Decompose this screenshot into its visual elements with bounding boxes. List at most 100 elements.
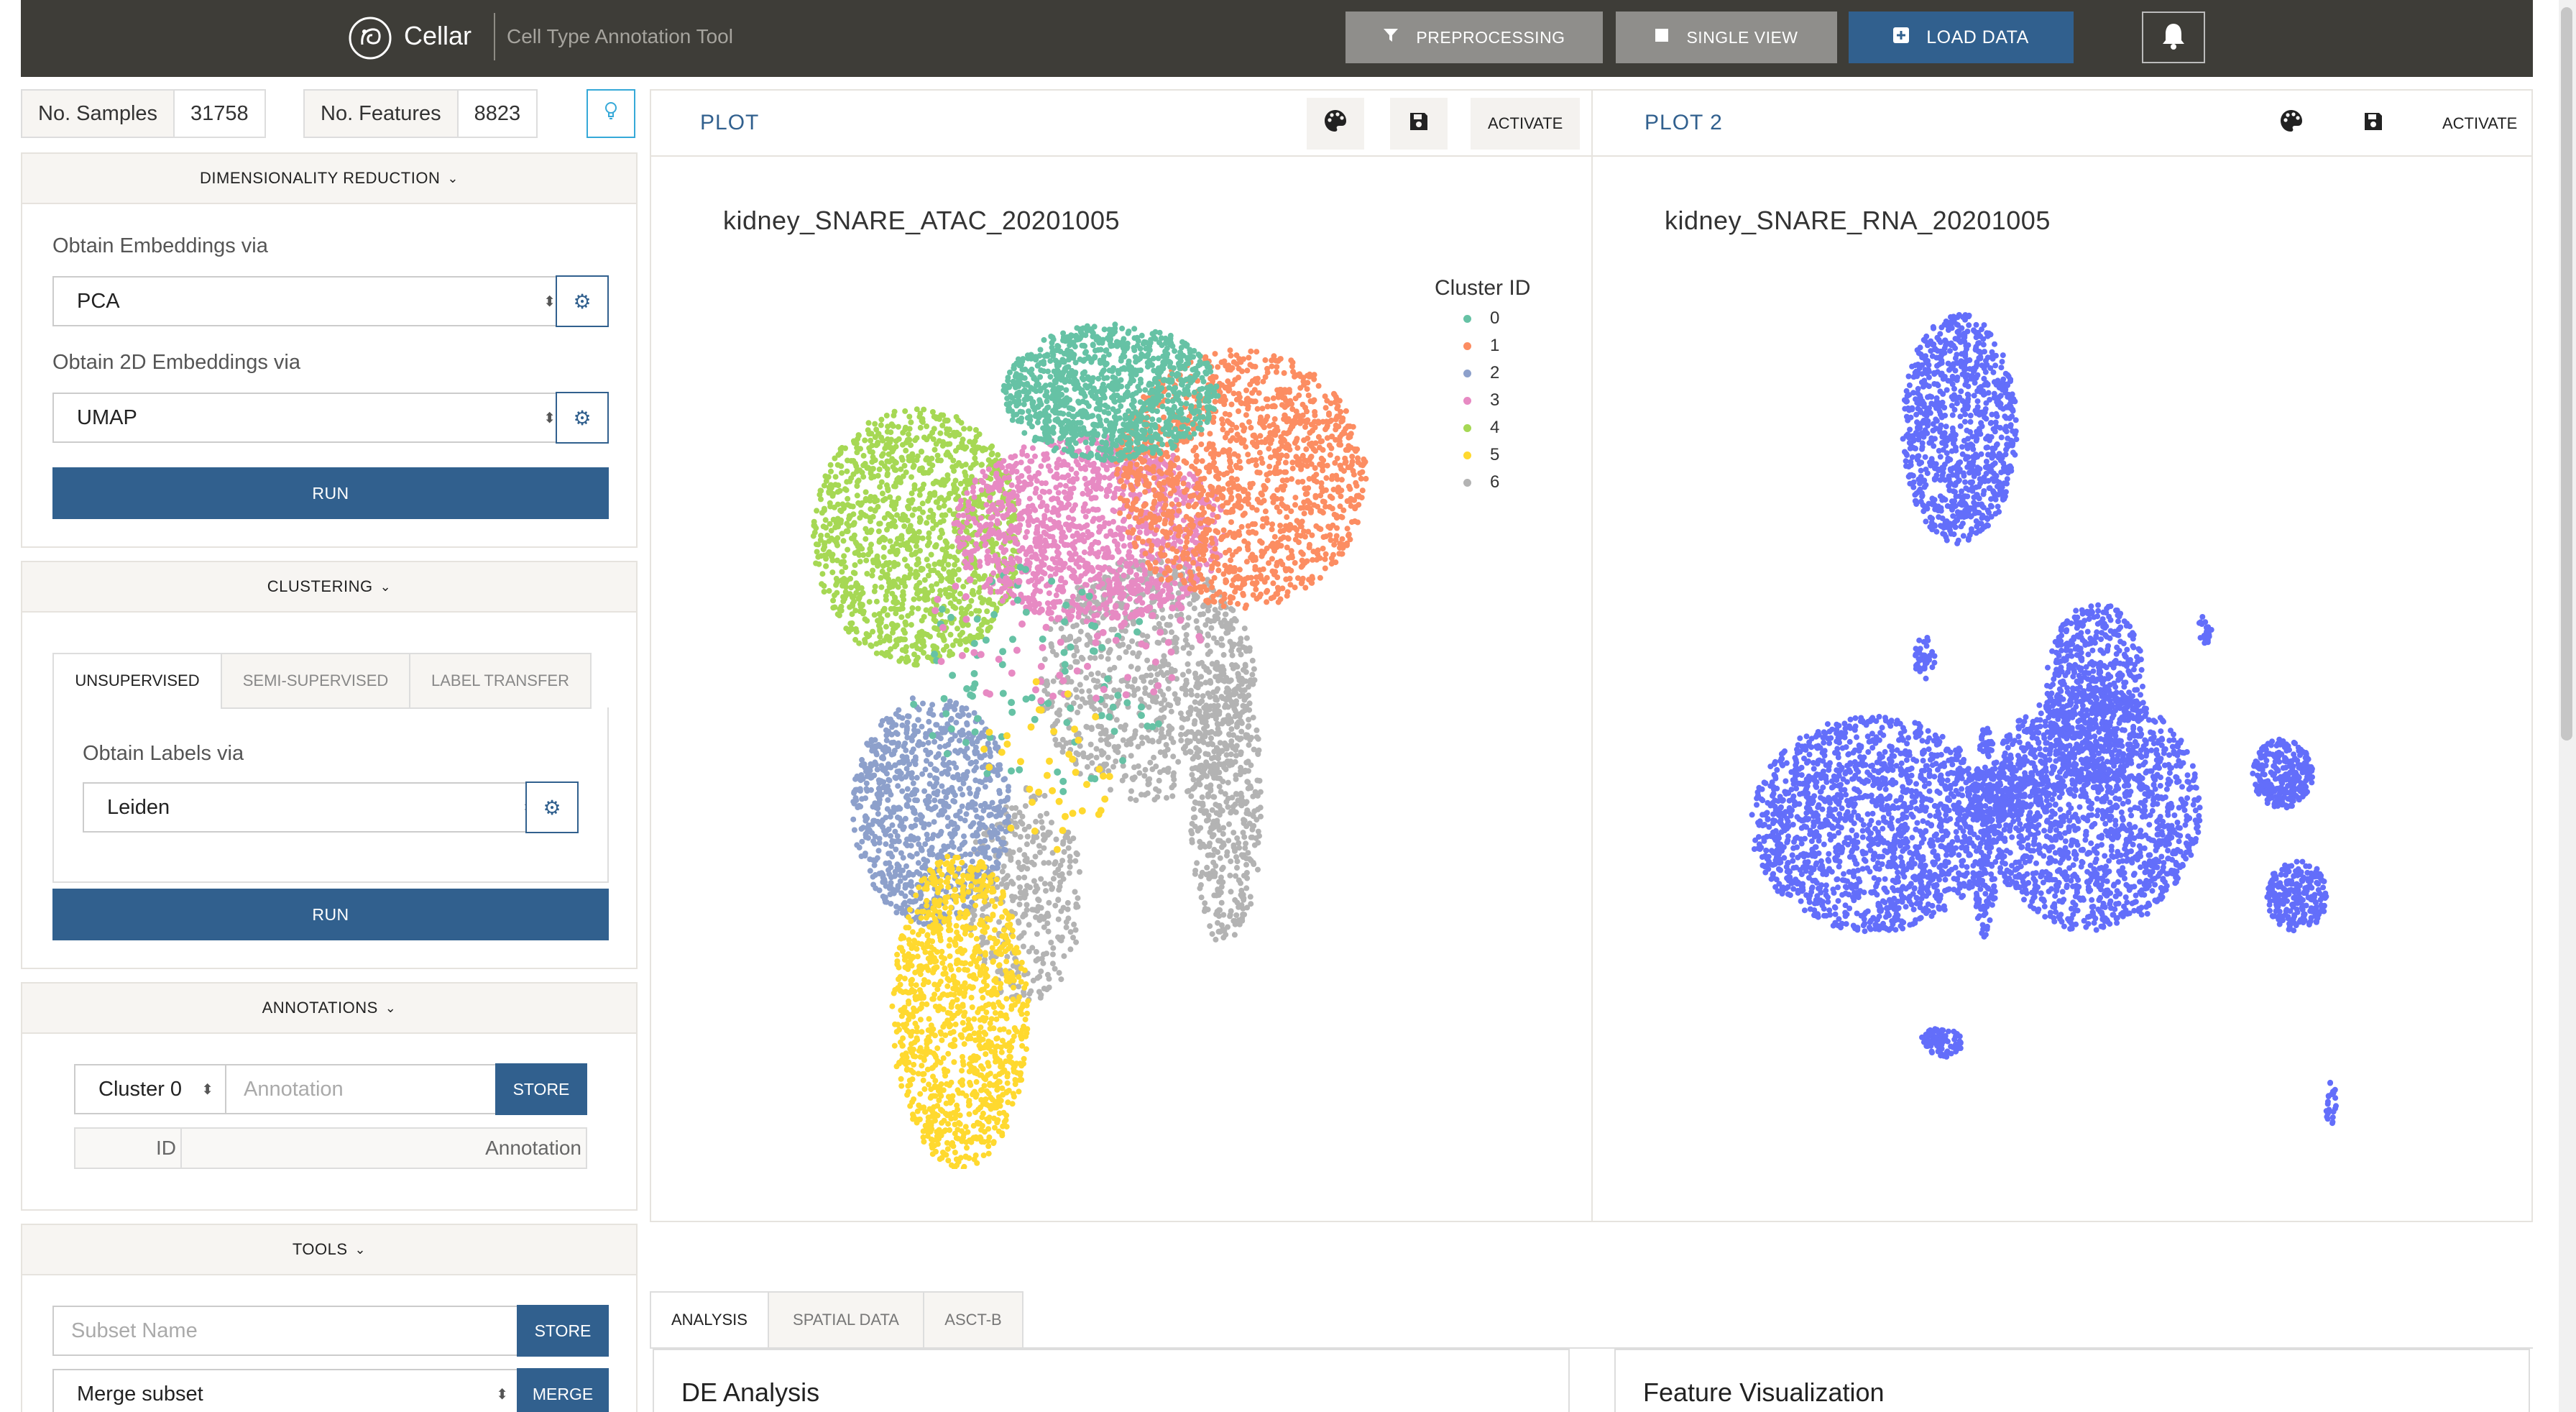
tab-semi-supervised[interactable]: SEMI-SUPERVISED bbox=[221, 653, 410, 709]
save-icon bbox=[2363, 111, 2383, 137]
app-name: Cellar bbox=[404, 21, 472, 50]
merge-button[interactable]: MERGE bbox=[517, 1368, 609, 1412]
labels-method-label: Obtain Labels via bbox=[83, 742, 244, 765]
embeddings-2d-select[interactable]: UMAP ⬍ bbox=[52, 393, 569, 443]
legend-label: 6 bbox=[1490, 472, 1500, 492]
plus-square-icon bbox=[1893, 27, 1910, 48]
tools-title: TOOLS bbox=[292, 1240, 348, 1258]
tab-label-transfer[interactable]: LABEL TRANSFER bbox=[409, 653, 592, 709]
annotations-title: ANNOTATIONS bbox=[262, 999, 378, 1017]
tips-button[interactable] bbox=[586, 89, 635, 138]
plot-1-activate-button[interactable]: ACTIVATE bbox=[1471, 98, 1581, 150]
cellar-logo-icon bbox=[348, 16, 392, 60]
legend-item[interactable]: 0 bbox=[1435, 305, 1557, 332]
de-analysis-title: DE Analysis bbox=[681, 1377, 820, 1407]
rna-points bbox=[1749, 713, 1997, 935]
preprocessing-button[interactable]: PREPROCESSING bbox=[1346, 12, 1603, 63]
embeddings-2d-settings-button[interactable]: ⚙ bbox=[556, 392, 609, 444]
plot-1-header: PLOT ACTIVATE bbox=[651, 91, 1591, 157]
app-tagline: Cell Type Annotation Tool bbox=[507, 25, 733, 47]
plot-panel-2: PLOT 2 ACTIVATE kidney_SNARE_RNA_2020100… bbox=[1591, 89, 2533, 1222]
plot-1-scatter[interactable] bbox=[809, 306, 1370, 1169]
embeddings-2d-label: Obtain 2D Embeddings via bbox=[52, 351, 300, 374]
gear-icon: ⚙ bbox=[573, 290, 592, 313]
legend-marker bbox=[1463, 423, 1471, 432]
dimensionality-reduction-header[interactable]: DIMENSIONALITY REDUCTION ⌄ bbox=[22, 154, 636, 204]
annotation-store-button[interactable]: STORE bbox=[495, 1063, 587, 1115]
plot-1-dataset-name: kidney_SNARE_ATAC_20201005 bbox=[723, 206, 1120, 235]
plot-2-tab[interactable]: PLOT 2 bbox=[1644, 111, 1723, 135]
plot-2-scatter[interactable] bbox=[1736, 306, 2383, 1169]
filter-icon bbox=[1383, 27, 1399, 48]
annotations-header[interactable]: ANNOTATIONS ⌄ bbox=[22, 984, 636, 1034]
dimensionality-reduction-title: DIMENSIONALITY REDUCTION bbox=[200, 169, 441, 187]
plot-1-save-button[interactable] bbox=[1390, 98, 1448, 150]
tab-spatial-data[interactable]: SPATIAL DATA bbox=[768, 1291, 924, 1349]
legend-item[interactable]: 4 bbox=[1435, 414, 1557, 441]
select-arrows-icon: ⬍ bbox=[496, 1386, 508, 1403]
legend-marker bbox=[1463, 341, 1471, 350]
chevron-down-icon: ⌄ bbox=[354, 1242, 367, 1257]
bell-icon bbox=[2160, 22, 2187, 54]
dim-reduction-run-button[interactable]: RUN bbox=[52, 467, 609, 519]
embeddings-settings-button[interactable]: ⚙ bbox=[556, 275, 609, 327]
embeddings-select[interactable]: PCA ⬍ bbox=[52, 276, 569, 326]
feature-visualization-title: Feature Visualization bbox=[1643, 1377, 1885, 1407]
tab-asct-b[interactable]: ASCT-B bbox=[923, 1291, 1024, 1349]
samples-value: 31758 bbox=[175, 91, 264, 137]
embeddings-label: Obtain Embeddings via bbox=[52, 234, 268, 257]
cluster-select[interactable]: Cluster 0 ⬍ bbox=[74, 1064, 226, 1114]
table-header-annotation: Annotation bbox=[485, 1137, 581, 1159]
plot-2-activate-button[interactable]: ACTIVATE bbox=[2425, 98, 2534, 150]
plot-2-save-button[interactable] bbox=[2345, 98, 2402, 150]
plot-panel-1: PLOT ACTIVATE kidney_SNARE_ATAC_20201005… bbox=[650, 89, 1593, 1222]
clustering-run-button[interactable]: RUN bbox=[52, 889, 609, 940]
features-count: No. Features 8823 bbox=[303, 89, 538, 138]
rna-points bbox=[1913, 635, 1938, 682]
clustering-header[interactable]: CLUSTERING ⌄ bbox=[22, 562, 636, 613]
tab-analysis[interactable]: ANALYSIS bbox=[650, 1291, 769, 1349]
plot-2-palette-button[interactable] bbox=[2263, 98, 2320, 150]
legend-item[interactable]: 2 bbox=[1435, 359, 1557, 387]
legend-label: 0 bbox=[1490, 308, 1500, 328]
embeddings-2d-select-value: UMAP bbox=[77, 405, 137, 429]
tab-unsupervised[interactable]: UNSUPERVISED bbox=[52, 653, 222, 709]
legend-marker bbox=[1463, 451, 1471, 459]
annotation-input[interactable]: Annotation bbox=[225, 1064, 497, 1114]
subset-store-button[interactable]: STORE bbox=[517, 1305, 609, 1357]
tools-panel: TOOLS ⌄ Subset Name STORE Merge subset ⬍… bbox=[21, 1224, 638, 1412]
lightbulb-icon bbox=[604, 101, 618, 127]
subset-name-input[interactable]: Subset Name bbox=[52, 1306, 521, 1356]
merge-subset-select[interactable]: Merge subset ⬍ bbox=[52, 1369, 521, 1412]
load-data-button[interactable]: LOAD DATA bbox=[1849, 12, 2074, 63]
embeddings-select-value: PCA bbox=[77, 289, 120, 313]
samples-count: No. Samples 31758 bbox=[21, 89, 266, 138]
rna-points bbox=[1977, 725, 1996, 760]
legend-item[interactable]: 6 bbox=[1435, 469, 1557, 496]
notifications-button[interactable] bbox=[2142, 12, 2205, 63]
clustering-title: CLUSTERING bbox=[267, 577, 373, 595]
plot-1-tab[interactable]: PLOT bbox=[700, 111, 759, 135]
rna-points bbox=[2196, 614, 2214, 646]
legend-item[interactable]: 3 bbox=[1435, 387, 1557, 414]
cluster-select-value: Cluster 0 bbox=[98, 1077, 183, 1101]
legend-label: 3 bbox=[1490, 390, 1500, 410]
rna-points bbox=[2323, 1079, 2339, 1127]
rna-points bbox=[2250, 736, 2315, 811]
legend-title: Cluster ID bbox=[1435, 276, 1531, 300]
single-view-button[interactable]: SINGLE VIEW bbox=[1616, 12, 1837, 63]
palette-icon bbox=[2279, 109, 2304, 139]
select-arrows-icon: ⬍ bbox=[543, 293, 556, 310]
labels-method-value: Leiden bbox=[107, 795, 170, 819]
labels-method-select[interactable]: Leiden ⬍ bbox=[83, 782, 547, 833]
brand-divider bbox=[494, 13, 495, 60]
plot-1-palette-button[interactable] bbox=[1307, 98, 1364, 150]
legend-item[interactable]: 5 bbox=[1435, 441, 1557, 469]
scrollbar-thumb[interactable] bbox=[2561, 7, 2572, 741]
legend-item[interactable]: 1 bbox=[1435, 332, 1557, 359]
rna-points bbox=[1900, 312, 2020, 546]
labels-settings-button[interactable]: ⚙ bbox=[525, 781, 579, 833]
tools-header[interactable]: TOOLS ⌄ bbox=[22, 1225, 636, 1275]
rna-points bbox=[1919, 1026, 1964, 1060]
save-icon bbox=[1409, 111, 1429, 137]
